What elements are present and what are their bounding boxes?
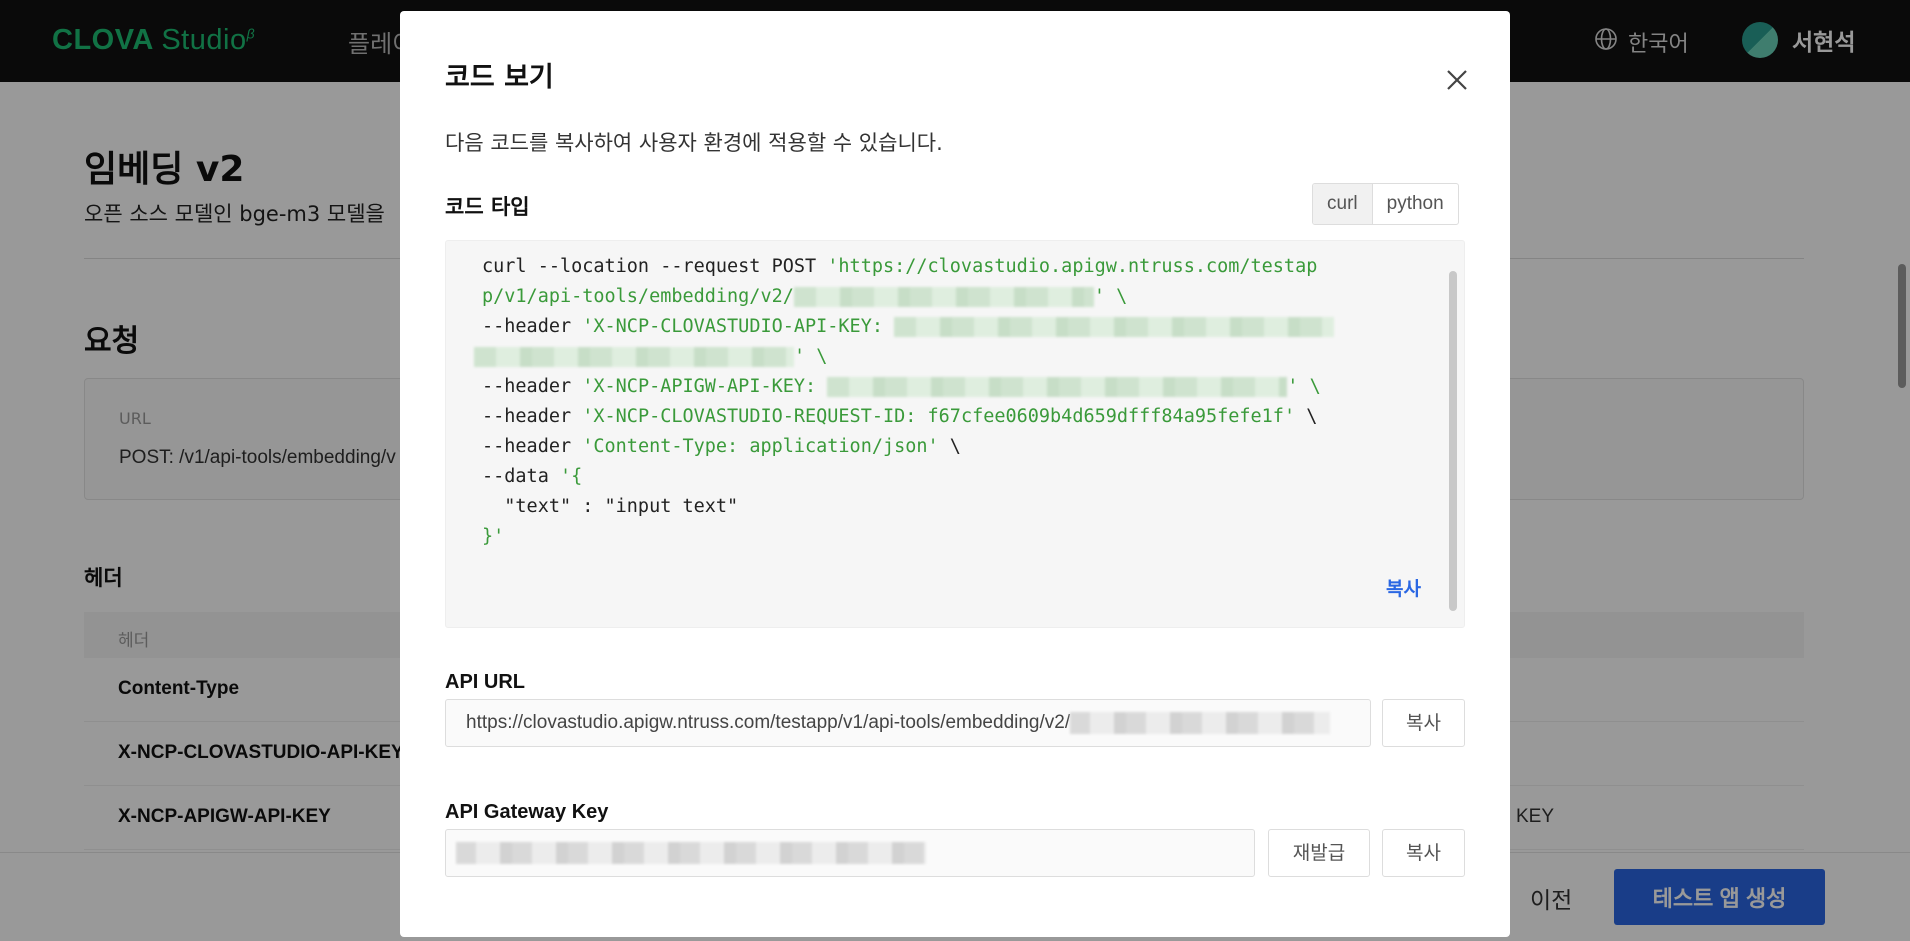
api-url-label: API URL [445, 671, 525, 693]
reissue-key-button[interactable]: 재발급 [1268, 829, 1370, 877]
redacted-value [474, 347, 794, 367]
redacted-value [456, 842, 926, 864]
code-text: --header [482, 316, 583, 337]
code-string: 'X-NCP-APIGW-API-KEY: [582, 376, 828, 397]
code-text: --header [482, 406, 583, 427]
tab-curl[interactable]: curl [1313, 184, 1373, 224]
api-gateway-key-field[interactable] [445, 829, 1255, 877]
code-string: p/v1/api-tools/embedding/v2/ [482, 286, 794, 307]
code-type-toggle: curl python [1312, 183, 1459, 225]
code-string: '{ [559, 466, 583, 487]
close-icon [1447, 70, 1467, 90]
code-string: ' \ [1287, 376, 1321, 397]
code-text: --data [482, 466, 560, 487]
api-url-field[interactable]: https://clovastudio.apigw.ntruss.com/tes… [445, 699, 1371, 747]
copy-key-button[interactable]: 복사 [1382, 829, 1465, 877]
modal-description: 다음 코드를 복사하여 사용자 환경에 적용할 수 있습니다. [445, 131, 943, 155]
code-text: \ [1295, 406, 1318, 427]
copy-url-button[interactable]: 복사 [1382, 699, 1465, 747]
code-text: curl --location --request POST [482, 256, 828, 277]
redacted-value [793, 287, 1094, 307]
api-gateway-key-label: API Gateway Key [445, 801, 609, 823]
redacted-value [827, 377, 1288, 397]
copy-code-button[interactable]: 복사 [1386, 574, 1421, 601]
api-url-value: https://clovastudio.apigw.ntruss.com/tes… [466, 712, 1071, 734]
code-string: 'X-NCP-CLOVASTUDIO-REQUEST-ID: f67cfee06… [582, 406, 1296, 427]
code-view-modal: 코드 보기 다음 코드를 복사하여 사용자 환경에 적용할 수 있습니다. 코드… [400, 11, 1510, 937]
code-text: \ [938, 436, 961, 457]
code-block: curl --location --request POST 'https://… [445, 240, 1465, 628]
code-string: ' \ [1093, 286, 1128, 307]
close-button[interactable] [1440, 63, 1474, 97]
redacted-value [1070, 712, 1331, 734]
code-string: ' \ [794, 346, 828, 367]
code-string: 'https://clovastudio.apigw.ntruss.com/te… [827, 256, 1318, 277]
code-string: 'Content-Type: application/json' [582, 436, 939, 457]
redacted-value [894, 317, 1335, 337]
tab-python[interactable]: python [1373, 184, 1458, 224]
code-text: --header [482, 376, 583, 397]
code-text: --header [482, 436, 583, 457]
code-string: 'X-NCP-CLOVASTUDIO-API-KEY: [582, 316, 895, 337]
code-content[interactable]: curl --location --request POST 'https://… [474, 252, 1422, 552]
code-type-label: 코드 타입 [445, 195, 530, 219]
code-scrollbar[interactable] [1449, 271, 1457, 611]
modal-title: 코드 보기 [445, 62, 554, 93]
code-string: }' [482, 526, 505, 547]
code-text: "text" : "input text" [482, 496, 739, 517]
